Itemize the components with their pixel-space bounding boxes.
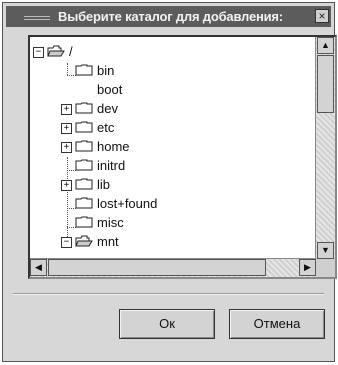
tree-item-initrd[interactable]: initrd <box>30 156 316 175</box>
dialog-title: Выберите каталог для добавления: <box>58 9 283 24</box>
cancel-button[interactable]: Отмена <box>229 309 325 339</box>
tree-item-root[interactable]: − / <box>30 42 316 61</box>
select-directory-dialog: Выберите каталог для добавления: × − / b… <box>2 2 337 362</box>
tree-item-label: initrd <box>97 158 126 173</box>
tree-item-label: etc <box>97 120 115 135</box>
tree-item-lib[interactable]: + lib <box>30 175 316 194</box>
expand-icon[interactable]: + <box>61 123 72 134</box>
tree-item-label: home <box>97 139 130 154</box>
button-separator <box>13 293 324 295</box>
vertical-scrollbar[interactable]: ▲ ▼ <box>315 37 335 259</box>
folder-icon <box>75 140 93 152</box>
tree-item-etc[interactable]: + etc <box>30 118 316 137</box>
folder-icon <box>75 102 93 114</box>
collapse-icon[interactable]: − <box>33 47 44 58</box>
scroll-down-button[interactable]: ▼ <box>317 242 334 259</box>
scrollbar-corner <box>316 259 335 277</box>
directory-tree-panel: − / bin boot + dev + etc + home initrd +… <box>28 35 337 279</box>
tree-item-label: / <box>69 44 73 59</box>
tree-item-label: dev <box>97 101 118 116</box>
horizontal-scroll-thumb[interactable] <box>48 259 266 276</box>
directory-tree: − / bin boot + dev + etc + home initrd +… <box>30 37 316 257</box>
open-folder-icon <box>75 235 93 247</box>
vertical-scroll-thumb[interactable] <box>317 55 334 113</box>
open-folder-icon <box>47 45 65 57</box>
close-button[interactable]: × <box>315 9 329 23</box>
title-bar[interactable]: Выберите каталог для добавления: × <box>6 6 331 27</box>
tree-item-dev[interactable]: + dev <box>30 99 316 118</box>
tree-item-label: lib <box>97 177 111 192</box>
expand-icon[interactable]: + <box>61 104 72 115</box>
tree-item-boot[interactable]: boot <box>30 80 316 99</box>
tree-item-lost-found[interactable]: lost+found <box>30 194 316 213</box>
folder-icon <box>75 197 93 209</box>
scroll-left-button[interactable]: ◀ <box>30 259 47 276</box>
expand-icon[interactable]: + <box>61 180 72 191</box>
tree-item-label: misc <box>97 215 124 230</box>
tree-item-label: mnt <box>97 234 119 249</box>
tree-item-bin[interactable]: bin <box>30 61 316 80</box>
folder-icon <box>75 159 93 171</box>
tree-item-label: bin <box>97 63 115 78</box>
scroll-up-button[interactable]: ▲ <box>317 37 334 54</box>
folder-icon <box>75 216 93 228</box>
horizontal-scrollbar[interactable]: ◀ ▶ <box>30 258 316 277</box>
tree-item-label: lost+found <box>97 196 158 211</box>
tree-item-misc[interactable]: misc <box>30 213 316 232</box>
ok-button[interactable]: Ок <box>119 309 215 339</box>
folder-icon <box>75 121 93 133</box>
scroll-right-button[interactable]: ▶ <box>299 259 316 276</box>
tree-item-mnt[interactable]: − mnt <box>30 232 316 251</box>
tree-item-label: boot <box>97 82 123 97</box>
collapse-icon[interactable]: − <box>61 237 72 248</box>
title-grip-icon <box>24 16 50 20</box>
folder-icon <box>75 178 93 190</box>
folder-icon <box>75 64 93 76</box>
tree-item-home[interactable]: + home <box>30 137 316 156</box>
expand-icon[interactable]: + <box>61 142 72 153</box>
